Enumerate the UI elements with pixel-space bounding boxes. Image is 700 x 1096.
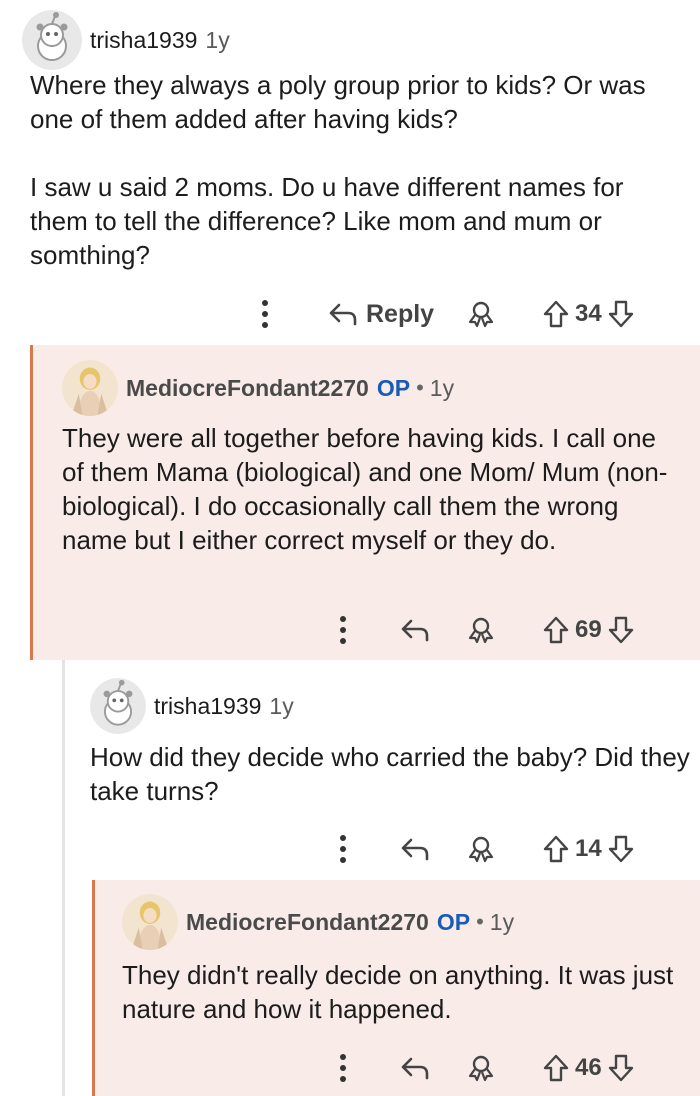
comment-paragraph: Where they always a poly group prior to … bbox=[30, 70, 646, 134]
downvote-arrow-icon[interactable] bbox=[608, 300, 634, 328]
op-badge: OP bbox=[436, 908, 471, 935]
reply-arrow-icon[interactable] bbox=[400, 618, 430, 642]
vote-control: 14 bbox=[543, 835, 634, 863]
downvote-arrow-icon[interactable] bbox=[608, 616, 634, 644]
more-options-icon[interactable] bbox=[338, 615, 348, 645]
comment-age: 1y bbox=[205, 26, 230, 53]
reply-arrow-icon[interactable] bbox=[400, 837, 430, 861]
comment-paragraph: They didn't really decide on anything. I… bbox=[122, 960, 674, 1024]
separator-dot: • bbox=[416, 375, 424, 400]
op-comment: MediocreFondant2270 OP • 1y They were al… bbox=[30, 345, 700, 660]
comment: trisha1939 1y Where they always a poly g… bbox=[0, 0, 700, 340]
comment-body: How did they decide who carried the baby… bbox=[90, 740, 690, 808]
comment-age: 1y bbox=[489, 908, 515, 935]
comment-body: They were all together before having kid… bbox=[62, 421, 684, 557]
username[interactable]: trisha1939 bbox=[154, 693, 261, 720]
comment-paragraph: I saw u said 2 moms. Do u have different… bbox=[30, 172, 624, 270]
vote-count: 14 bbox=[575, 835, 602, 862]
reply-arrow-icon bbox=[328, 302, 358, 326]
comment-actions: 69 bbox=[30, 610, 700, 650]
comment-paragraph: They were all together before having kid… bbox=[62, 423, 668, 555]
reply-arrow-icon[interactable] bbox=[400, 1056, 430, 1080]
more-options-icon[interactable] bbox=[338, 1053, 348, 1083]
comment-header: MediocreFondant2270 OP • 1y bbox=[122, 894, 514, 950]
reply-label: Reply bbox=[366, 299, 435, 328]
snoo-avatar-icon[interactable] bbox=[90, 678, 146, 734]
username[interactable]: trisha1939 bbox=[90, 27, 197, 54]
award-icon[interactable] bbox=[467, 835, 495, 863]
comment-age: 1y bbox=[269, 692, 294, 719]
comment-actions: 46 bbox=[92, 1048, 700, 1088]
comment-body: Where they always a poly group prior to … bbox=[30, 68, 670, 272]
comment-age: 1y bbox=[429, 374, 455, 401]
upvote-arrow-icon[interactable] bbox=[543, 300, 569, 328]
op-comment: MediocreFondant2270 OP • 1y They didn't … bbox=[92, 880, 700, 1096]
award-icon[interactable] bbox=[467, 300, 495, 328]
separator-dot: • bbox=[476, 909, 484, 934]
downvote-arrow-icon[interactable] bbox=[608, 835, 634, 863]
vote-control: 34 bbox=[543, 300, 634, 328]
comment-actions: 14 bbox=[65, 829, 700, 869]
op-badge: OP bbox=[376, 374, 411, 401]
upvote-arrow-icon[interactable] bbox=[543, 616, 569, 644]
comment-actions: Reply 34 bbox=[0, 294, 700, 334]
comment-body: They didn't really decide on anything. I… bbox=[122, 958, 682, 1026]
award-icon[interactable] bbox=[467, 1054, 495, 1082]
username[interactable]: MediocreFondant2270 bbox=[186, 909, 429, 936]
vote-count: 34 bbox=[575, 300, 602, 327]
vote-control: 69 bbox=[543, 616, 634, 644]
more-options-icon[interactable] bbox=[260, 299, 270, 329]
award-icon[interactable] bbox=[467, 616, 495, 644]
snoo-avatar-icon[interactable] bbox=[22, 10, 82, 70]
vote-count: 69 bbox=[575, 616, 602, 643]
user-avatar-icon[interactable] bbox=[62, 360, 118, 416]
comment-header: trisha1939 1y bbox=[90, 678, 294, 734]
upvote-arrow-icon[interactable] bbox=[543, 1054, 569, 1082]
comment: trisha1939 1y How did they decide who ca… bbox=[65, 660, 700, 880]
user-avatar-icon[interactable] bbox=[122, 894, 178, 950]
vote-count: 46 bbox=[575, 1054, 602, 1081]
comment-header: trisha1939 1y bbox=[22, 10, 230, 70]
vote-control: 46 bbox=[543, 1054, 634, 1082]
comment-paragraph: How did they decide who carried the baby… bbox=[90, 742, 690, 806]
reply-button[interactable]: Reply bbox=[328, 300, 434, 329]
downvote-arrow-icon[interactable] bbox=[608, 1054, 634, 1082]
username[interactable]: MediocreFondant2270 bbox=[126, 375, 369, 402]
more-options-icon[interactable] bbox=[338, 834, 348, 864]
comment-header: MediocreFondant2270 OP • 1y bbox=[62, 360, 454, 416]
upvote-arrow-icon[interactable] bbox=[543, 835, 569, 863]
